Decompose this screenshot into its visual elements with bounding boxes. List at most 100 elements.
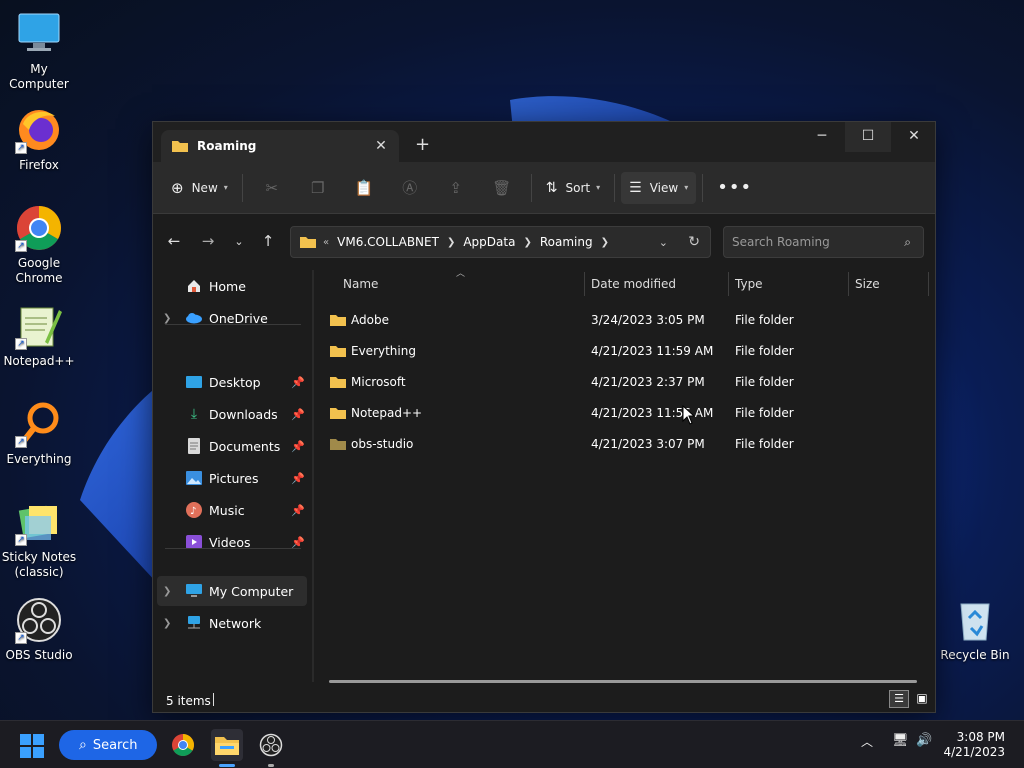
breadcrumb-vm6[interactable]: VM6.COLLABNET bbox=[337, 235, 439, 249]
new-tab-button[interactable]: + bbox=[415, 134, 430, 155]
sort-button[interactable]: ⇅ Sort ▾ bbox=[538, 172, 608, 204]
desktop-icon-everything[interactable]: ↗ Everything bbox=[1, 400, 77, 467]
chevron-right-icon[interactable]: ❯ bbox=[163, 586, 177, 597]
nav-item-label: Pictures bbox=[209, 470, 259, 486]
maximize-button[interactable]: ☐ bbox=[845, 122, 891, 152]
chevron-right-icon[interactable]: ❯ bbox=[163, 313, 177, 324]
volume-icon[interactable]: 🔊 bbox=[916, 733, 932, 748]
taskbar-chrome[interactable] bbox=[167, 729, 199, 761]
large-icons-view-icon[interactable]: ▣ bbox=[913, 690, 931, 708]
nav-item-documents[interactable]: Documents 📌 bbox=[153, 431, 309, 461]
table-row[interactable]: Adobe 3/24/2023 3:05 PM File folder bbox=[315, 305, 925, 336]
back-button[interactable]: ← bbox=[161, 232, 187, 250]
forward-button[interactable]: → bbox=[195, 232, 221, 250]
network-status-icon[interactable]: 🖥 bbox=[892, 733, 909, 748]
desktop-icon-chrome[interactable]: ↗ Google Chrome bbox=[1, 204, 77, 286]
copy-icon[interactable]: ❐ bbox=[295, 172, 341, 204]
share-icon[interactable]: ⇪ bbox=[433, 172, 479, 204]
pin-icon[interactable]: 📌 bbox=[291, 376, 305, 389]
desktop-icon-notepadpp[interactable]: ↗ Notepad++ bbox=[1, 302, 77, 369]
address-row: ← → ⌄ ↑ « VM6.COLLABNET ❯ AppData ❯ Roam… bbox=[153, 214, 935, 270]
column-header-type[interactable]: Type bbox=[735, 270, 763, 298]
desktop-icon-obs[interactable]: ↗ OBS Studio bbox=[1, 596, 77, 663]
delete-icon[interactable]: 🗑 bbox=[479, 172, 525, 204]
clock[interactable]: 3:08 PM 4/21/2023 bbox=[943, 730, 1005, 760]
breadcrumb-appdata[interactable]: AppData bbox=[463, 235, 515, 249]
details-view-icon[interactable]: ☰ bbox=[889, 690, 909, 708]
document-icon bbox=[185, 438, 203, 454]
recent-locations-button[interactable]: ⌄ bbox=[226, 235, 252, 248]
nav-item-home[interactable]: Home bbox=[153, 271, 309, 301]
nav-item-desktop[interactable]: Desktop 📌 bbox=[153, 367, 309, 397]
column-divider[interactable] bbox=[728, 272, 729, 296]
firefox-icon: ↗ bbox=[15, 106, 63, 154]
toolbar-divider bbox=[241, 173, 243, 202]
nav-item-onedrive[interactable]: ❯ OneDrive bbox=[153, 303, 309, 333]
navigation-pane: Home ❯ OneDrive Desktop 📌 ⤓ Downloads 📌 … bbox=[153, 270, 313, 682]
nav-item-network[interactable]: ❯ Network bbox=[153, 608, 309, 638]
new-button[interactable]: ⊕ New ▾ bbox=[163, 172, 236, 204]
up-button[interactable]: ↑ bbox=[255, 232, 281, 250]
table-row[interactable]: Notepad++ 4/21/2023 11:56 AM File folder bbox=[315, 398, 925, 429]
address-bar[interactable]: « VM6.COLLABNET ❯ AppData ❯ Roaming ❯ ⌄ … bbox=[290, 226, 711, 258]
tab-roaming[interactable]: Roaming ✕ bbox=[161, 130, 399, 162]
pin-icon[interactable]: 📌 bbox=[291, 440, 305, 453]
overflow-chevron-icon[interactable]: « bbox=[323, 237, 329, 248]
pin-icon[interactable]: 📌 bbox=[291, 504, 305, 517]
minimize-button[interactable]: ─ bbox=[799, 122, 845, 152]
clock-date: 4/21/2023 bbox=[943, 745, 1005, 759]
download-icon: ⤓ bbox=[190, 406, 198, 422]
search-box[interactable]: Search Roaming ⌕ bbox=[723, 226, 924, 258]
refresh-icon[interactable]: ↻ bbox=[688, 234, 700, 250]
search-icon[interactable]: ⌕ bbox=[904, 235, 911, 250]
show-hidden-icons-button[interactable]: ︿ bbox=[861, 733, 873, 750]
taskbar-obs[interactable] bbox=[255, 729, 287, 767]
nav-item-videos[interactable]: Videos 📌 bbox=[153, 527, 309, 557]
chevron-right-icon[interactable]: ❯ bbox=[163, 618, 177, 629]
column-divider[interactable] bbox=[848, 272, 849, 296]
column-divider[interactable] bbox=[928, 272, 929, 296]
start-button[interactable] bbox=[20, 734, 44, 761]
chevron-down-icon: ▾ bbox=[684, 183, 689, 192]
column-header-size[interactable]: Size bbox=[855, 270, 880, 298]
taskbar-search-button[interactable]: ⌕ Search bbox=[59, 730, 157, 760]
pin-icon[interactable]: 📌 bbox=[291, 472, 305, 485]
desktop-icon-recycle-bin[interactable]: Recycle Bin bbox=[937, 596, 1013, 663]
chevron-right-icon[interactable]: ❯ bbox=[447, 237, 455, 248]
nav-item-my-computer[interactable]: ❯ My Computer bbox=[157, 576, 307, 606]
pane-splitter[interactable] bbox=[312, 270, 314, 682]
more-options-button[interactable]: ••• bbox=[709, 172, 760, 204]
column-divider[interactable] bbox=[584, 272, 585, 296]
rename-icon[interactable]: Ⓐ bbox=[387, 172, 433, 204]
tab-close-icon[interactable]: ✕ bbox=[369, 138, 393, 154]
table-row[interactable]: Everything 4/21/2023 11:59 AM File folde… bbox=[315, 336, 925, 367]
column-header-name[interactable]: Name bbox=[343, 270, 378, 298]
desktop-icon-label: Sticky Notes (classic) bbox=[1, 550, 77, 579]
breadcrumb-roaming[interactable]: Roaming bbox=[540, 235, 593, 249]
address-dropdown-icon[interactable]: ⌄ bbox=[659, 236, 668, 249]
command-bar: ⊕ New ▾ ✂ ❐ 📋 Ⓐ ⇪ 🗑 ⇅ Sort ▾ ☰ View ▾ ••… bbox=[153, 162, 935, 214]
table-row[interactable]: Microsoft 4/21/2023 2:37 PM File folder bbox=[315, 367, 925, 398]
horizontal-scrollbar[interactable] bbox=[329, 680, 917, 683]
table-row[interactable]: obs-studio 4/21/2023 3:07 PM File folder bbox=[315, 429, 925, 460]
cut-icon[interactable]: ✂ bbox=[249, 172, 295, 204]
view-button[interactable]: ☰ View ▾ bbox=[621, 171, 697, 204]
picture-icon bbox=[185, 470, 203, 486]
pin-icon[interactable]: 📌 bbox=[291, 408, 305, 421]
desktop-icon-my-computer[interactable]: My Computer bbox=[1, 10, 77, 92]
file-type: File folder bbox=[735, 375, 794, 389]
nav-item-downloads[interactable]: ⤓ Downloads 📌 bbox=[153, 399, 309, 429]
nav-item-pictures[interactable]: Pictures 📌 bbox=[153, 463, 309, 493]
desktop-icon-sticky-notes[interactable]: ↗ Sticky Notes (classic) bbox=[1, 498, 77, 580]
pin-icon[interactable]: 📌 bbox=[291, 536, 305, 549]
shortcut-arrow-icon: ↗ bbox=[15, 632, 27, 644]
nav-item-label: Network bbox=[209, 615, 262, 631]
chevron-right-icon[interactable]: ❯ bbox=[523, 237, 531, 248]
taskbar-file-explorer[interactable] bbox=[211, 729, 243, 767]
desktop-icon-firefox[interactable]: ↗ Firefox bbox=[1, 106, 77, 173]
paste-icon[interactable]: 📋 bbox=[341, 172, 387, 204]
close-window-button[interactable]: ✕ bbox=[891, 122, 937, 152]
nav-item-music[interactable]: ♪ Music 📌 bbox=[153, 495, 309, 525]
chevron-right-icon[interactable]: ❯ bbox=[601, 237, 609, 248]
column-header-date[interactable]: Date modified bbox=[591, 270, 676, 298]
